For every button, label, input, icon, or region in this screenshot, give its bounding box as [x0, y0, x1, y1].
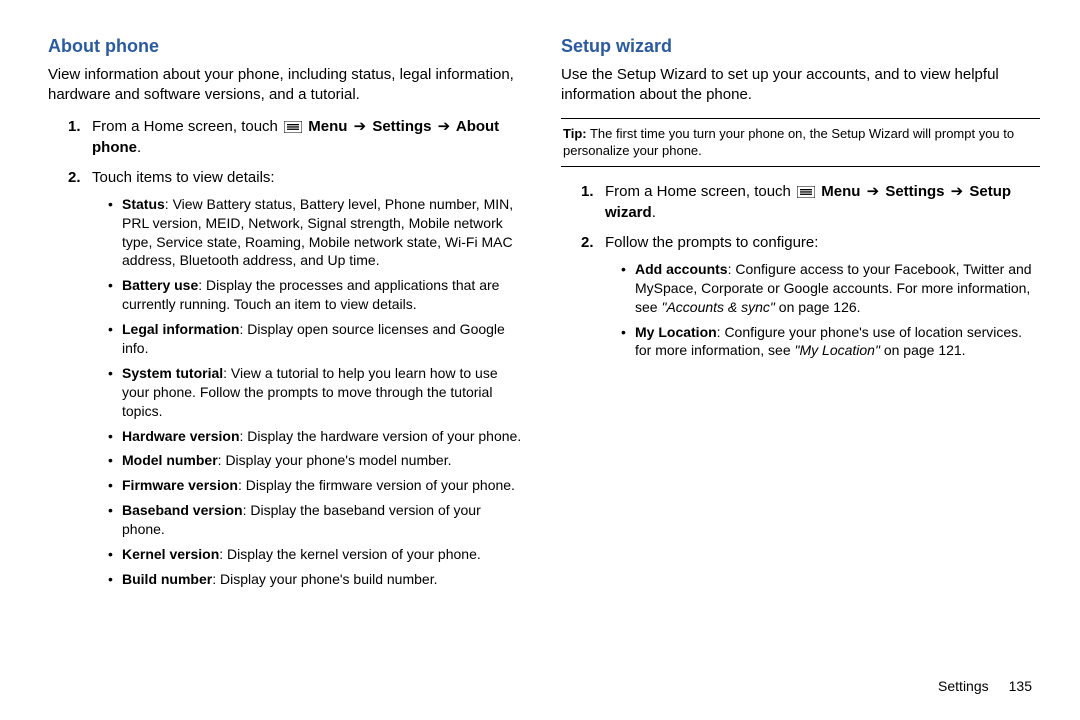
bullet-tutorial: System tutorial: View a tutorial to help… — [108, 364, 527, 421]
about-phone-heading: About phone — [48, 36, 527, 57]
about-phone-intro: View information about your phone, inclu… — [48, 65, 527, 106]
tip-box: Tip: The first time you turn your phone … — [561, 118, 1040, 167]
bullet-kernel: Kernel version: Display the kernel versi… — [108, 545, 527, 564]
page-footer: Settings 135 — [938, 678, 1032, 694]
bullet-my-location: My Location: Configure your phone's use … — [621, 323, 1040, 361]
bullet-fw: Firmware version: Display the firmware v… — [108, 476, 527, 495]
left-column: About phone View information about your … — [48, 36, 527, 597]
setup-step-1: 1. From a Home screen, touch Menu ➔ Sett… — [581, 181, 1040, 225]
bullet-battery: Battery use: Display the processes and a… — [108, 276, 527, 314]
setup-wizard-intro: Use the Setup Wizard to set up your acco… — [561, 65, 1040, 106]
about-step-2: 2. Touch items to view details: Status: … — [68, 167, 527, 589]
bullet-add-accounts: Add accounts: Configure access to your F… — [621, 260, 1040, 317]
bullet-bb: Baseband version: Display the baseband v… — [108, 501, 527, 539]
bullet-model: Model number: Display your phone's model… — [108, 451, 527, 470]
about-step-1: 1. From a Home screen, touch Menu ➔ Sett… — [68, 116, 527, 160]
setup-step-2: 2. Follow the prompts to configure: Add … — [581, 232, 1040, 360]
bullet-hw: Hardware version: Display the hardware v… — [108, 427, 527, 446]
menu-icon — [284, 121, 302, 133]
bullet-legal: Legal information: Display open source l… — [108, 320, 527, 358]
bullet-status: Status: View Battery status, Battery lev… — [108, 195, 527, 271]
right-column: Setup wizard Use the Setup Wizard to set… — [561, 36, 1040, 597]
footer-section: Settings — [938, 678, 989, 694]
bullet-build: Build number: Display your phone's build… — [108, 570, 527, 589]
footer-page: 135 — [1009, 678, 1032, 694]
menu-icon — [797, 186, 815, 198]
setup-wizard-heading: Setup wizard — [561, 36, 1040, 57]
